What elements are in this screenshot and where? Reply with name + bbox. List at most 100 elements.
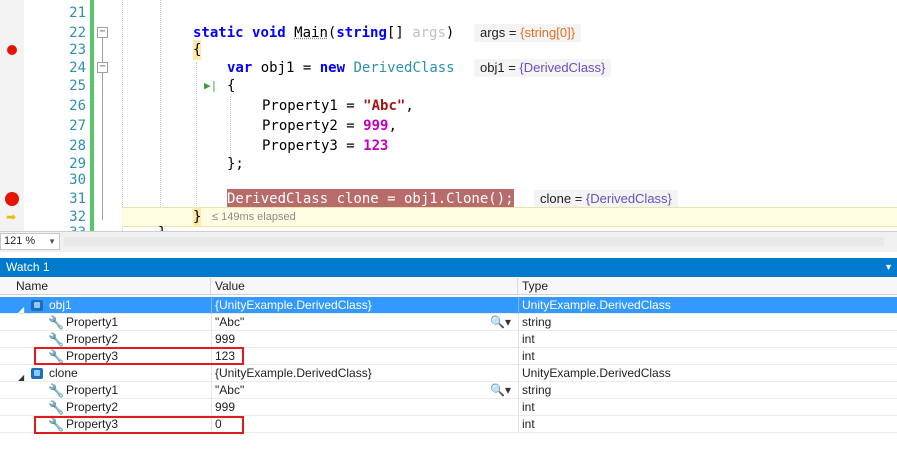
text-visualizer-icon[interactable]: 🔍▾ — [490, 382, 511, 399]
watch-value: {UnityExample.DerivedClass} — [215, 298, 372, 312]
watch-value: "Abc" — [215, 383, 245, 397]
line-number: 23 — [69, 42, 86, 58]
code-line-25: 25 ▶| { — [0, 76, 897, 96]
watch-type: int — [522, 400, 535, 414]
object-icon — [31, 368, 43, 379]
watch-row-property[interactable]: 🔧 Property2 999 int — [0, 399, 897, 416]
watch-name: Property1 — [66, 315, 119, 329]
wrench-icon: 🔧 — [48, 383, 65, 398]
watch-name: Property2 — [66, 400, 119, 414]
code-text: } — [158, 223, 166, 231]
data-tip-clone[interactable]: clone = {DerivedClass} — [534, 190, 678, 208]
watch-row-clone[interactable]: ◢ clone {UnityExample.DerivedClass} Unit… — [0, 365, 897, 382]
watch-name: Property1 — [66, 383, 119, 397]
annotation-box — [34, 347, 244, 365]
column-divider — [518, 297, 519, 314]
watch-window-title[interactable]: Watch 1 ▼ — [0, 258, 897, 277]
breakpoint-highlight-code: DerivedClass clone = obj1.Clone(); — [227, 189, 514, 209]
watch-value: {UnityExample.DerivedClass} — [215, 366, 372, 380]
watch-name: clone — [49, 366, 78, 380]
line-number: 30 — [69, 172, 86, 188]
code-line-24: 24 − var obj1 = new DerivedClass obj1 = … — [0, 58, 897, 78]
column-divider — [211, 297, 212, 314]
watch-type: string — [522, 315, 552, 329]
collapse-toggle[interactable]: − — [97, 27, 108, 38]
wrench-icon: 🔧 — [48, 315, 65, 330]
code-line-33: 33 } — [0, 223, 897, 231]
data-tip-obj1[interactable]: obj1 = {DerivedClass} — [474, 59, 612, 77]
instruction-pointer-icon[interactable]: ➡ — [6, 211, 18, 223]
watch-value: "Abc" — [215, 315, 245, 329]
watch-type: int — [522, 349, 535, 363]
column-header-type[interactable]: Type — [518, 278, 897, 295]
watch-row-property[interactable]: 🔧 Property1 "Abc" 🔍▾ string — [0, 382, 897, 399]
code-line-21: 21 — [0, 3, 897, 23]
zoom-dropdown[interactable]: 121 % ▼ — [0, 233, 60, 250]
column-divider — [518, 348, 519, 365]
chevron-down-icon[interactable]: ▼ — [884, 258, 893, 277]
code-editor[interactable]: 21 22 − static void Main(string[] args) … — [0, 0, 897, 231]
watch-row-obj1[interactable]: ◢ obj1 {UnityExample.DerivedClass} Unity… — [0, 297, 897, 314]
chevron-down-icon: ▼ — [48, 237, 56, 246]
annotation-box — [34, 416, 244, 434]
line-number: 24 — [69, 60, 86, 76]
code-text: Property1 = "Abc", — [262, 98, 414, 114]
column-divider — [211, 331, 212, 348]
watch-row-property[interactable]: 🔧 Property2 999 int — [0, 331, 897, 348]
watch-type: string — [522, 383, 552, 397]
line-number: 33 — [26, 223, 86, 231]
breakpoint-icon[interactable] — [5, 192, 19, 206]
line-number: 26 — [69, 98, 86, 114]
watch-row-property[interactable]: 🔧 Property1 "Abc" 🔍▾ string — [0, 314, 897, 331]
code-line-31: 31 DerivedClass clone = obj1.Clone(); cl… — [0, 189, 897, 209]
watch-value: 999 — [215, 332, 236, 346]
code-line-28: 28 Property3 = 123 — [0, 136, 897, 156]
breakpoint-icon[interactable] — [7, 45, 17, 55]
code-line-27: 27 Property2 = 999, — [0, 116, 897, 136]
horizontal-scrollbar[interactable] — [64, 237, 884, 246]
watch-name: Property2 — [66, 332, 119, 346]
column-divider — [211, 314, 212, 331]
column-header-value[interactable]: Value — [211, 278, 518, 295]
code-text: { — [227, 78, 236, 94]
code-text: Property3 = 123 — [262, 138, 389, 154]
run-to-click-icon[interactable]: ▶| — [204, 79, 217, 92]
column-divider — [518, 331, 519, 348]
watch-name: obj1 — [49, 298, 72, 312]
wrench-icon: 🔧 — [48, 332, 65, 347]
code-text: { — [193, 40, 202, 60]
watch-value: 999 — [215, 400, 236, 414]
column-divider — [518, 314, 519, 331]
code-line-23: 23 { — [0, 40, 897, 60]
code-line-26: 26 Property1 = "Abc", — [0, 96, 897, 116]
watch-type: UnityExample.DerivedClass — [522, 366, 671, 380]
line-number: 31 — [69, 191, 86, 207]
zoom-value: 121 % — [4, 235, 36, 247]
line-number: 25 — [69, 78, 86, 94]
object-icon — [31, 300, 43, 311]
line-number: 21 — [69, 5, 86, 21]
column-divider — [518, 365, 519, 382]
column-divider — [211, 382, 212, 399]
code-line-30: 30 — [0, 170, 897, 190]
column-divider — [518, 416, 519, 433]
line-number: 27 — [69, 118, 86, 134]
collapse-toggle[interactable]: − — [97, 62, 108, 73]
text-visualizer-icon[interactable]: 🔍▾ — [490, 314, 511, 331]
wrench-icon: 🔧 — [48, 400, 65, 415]
line-number: 28 — [69, 138, 86, 154]
code-text: Property2 = 999, — [262, 118, 397, 134]
watch-header-row: Name Value Type — [0, 278, 897, 295]
watch-type: int — [522, 417, 535, 431]
watch-type: int — [522, 332, 535, 346]
column-header-name[interactable]: Name — [0, 278, 211, 295]
code-text: var obj1 = new DerivedClass — [227, 60, 455, 76]
column-divider — [518, 399, 519, 416]
watch-grid: ◢ obj1 {UnityExample.DerivedClass} Unity… — [0, 296, 897, 459]
watch-type: UnityExample.DerivedClass — [522, 298, 671, 312]
watch-title-text: Watch 1 — [6, 260, 50, 274]
column-divider — [211, 365, 212, 382]
column-divider — [211, 399, 212, 416]
column-divider — [518, 382, 519, 399]
editor-status-bar: 121 % ▼ — [0, 231, 897, 252]
